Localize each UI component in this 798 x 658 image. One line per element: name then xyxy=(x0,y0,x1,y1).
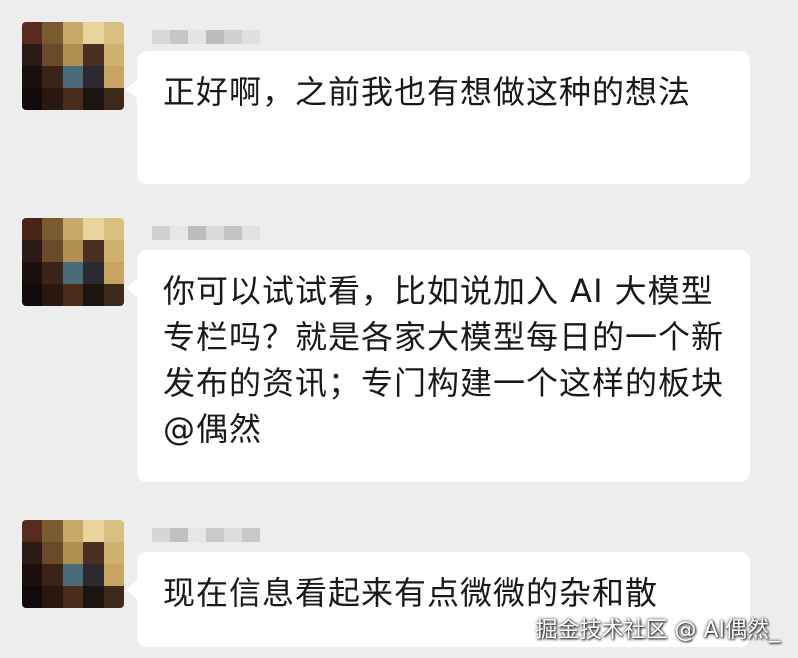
avatar[interactable] xyxy=(22,22,124,110)
message-text: 现在信息看起来有点微微的杂和散 xyxy=(163,574,659,612)
sender-name-blurred xyxy=(152,30,260,52)
sender-name-blurred xyxy=(152,528,260,550)
watermark: 掘金技术社区 @ AI偶然_ xyxy=(535,618,780,643)
avatar[interactable] xyxy=(22,218,124,306)
message-text: 你可以试试看，比如说加入 AI 大模型专栏吗？就是各家大模型每日的一个新发布的资… xyxy=(163,272,725,448)
message-text: 正好啊，之前我也有想做这种的想法 xyxy=(163,73,692,111)
message-bubble[interactable]: 正好啊，之前我也有想做这种的想法 xyxy=(126,51,750,184)
avatar[interactable] xyxy=(22,520,124,608)
message-bubble[interactable]: 你可以试试看，比如说加入 AI 大模型专栏吗？就是各家大模型每日的一个新发布的资… xyxy=(126,250,750,482)
sender-name-blurred xyxy=(152,226,260,248)
